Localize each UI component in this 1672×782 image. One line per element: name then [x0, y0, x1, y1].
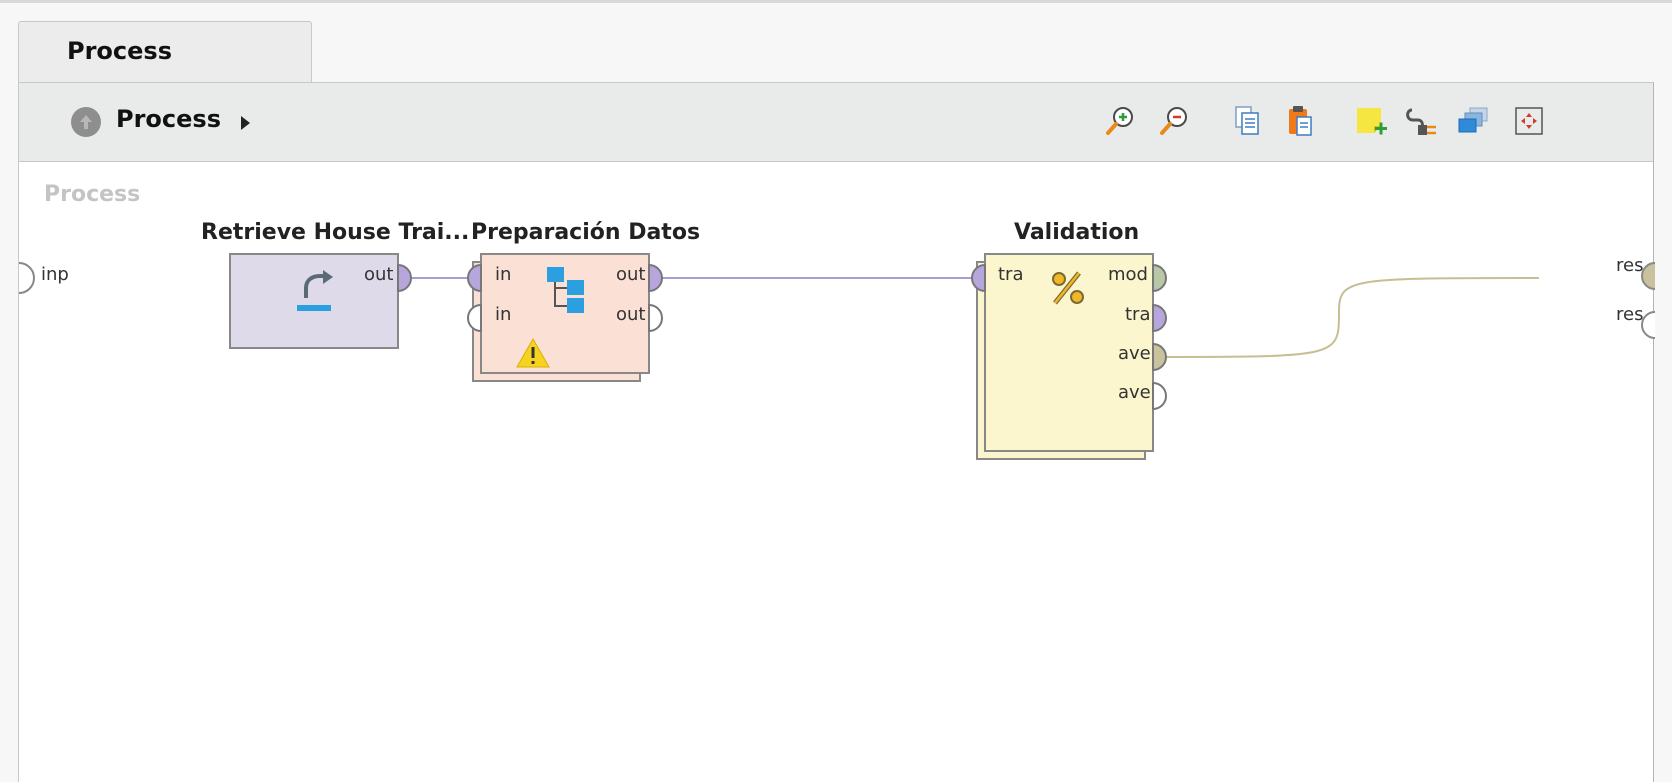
fit-to-view-icon[interactable] — [1512, 104, 1546, 138]
process-graph — [19, 253, 1655, 460]
result-port-2[interactable] — [1641, 311, 1655, 339]
process-panel: Process Process inp res res Retrieve Hou… — [18, 82, 1655, 782]
prep-port-in-label-1: in — [495, 264, 512, 285]
retrieve-port-out[interactable] — [397, 263, 412, 293]
up-arrow-icon[interactable] — [71, 107, 101, 137]
copy-icon[interactable] — [1230, 104, 1264, 138]
validation-port-out-mod[interactable] — [1152, 263, 1167, 293]
prep-port-out-2[interactable] — [648, 303, 663, 333]
breadcrumb[interactable]: Process — [116, 105, 221, 133]
validation-port-out-label-ave-2: ave — [1118, 382, 1151, 403]
paste-icon[interactable] — [1283, 104, 1317, 138]
retrieve-port-out-label: out — [364, 264, 394, 285]
zoom-out-icon[interactable] — [1158, 104, 1192, 138]
prep-port-in-1[interactable] — [467, 263, 482, 293]
prep-port-in-label-2: in — [495, 304, 512, 325]
tab-label: Process — [67, 37, 172, 65]
layers-icon[interactable] — [1456, 104, 1490, 138]
prep-port-out-label-1: out — [616, 264, 646, 285]
result-port-label-1: res — [1616, 255, 1644, 276]
zoom-in-icon[interactable] — [1104, 104, 1138, 138]
connect-icon[interactable] — [1404, 104, 1438, 138]
prep-port-out-label-2: out — [616, 304, 646, 325]
operator-validation-title: Validation — [1014, 220, 1140, 245]
prep-port-out-1[interactable] — [648, 263, 663, 293]
result-port-label-2: res — [1616, 304, 1644, 325]
process-toolbar: Process — [19, 83, 1653, 162]
add-note-icon[interactable] — [1354, 104, 1388, 138]
validation-port-in-tra[interactable] — [971, 263, 986, 293]
input-port-inp[interactable] — [19, 262, 35, 294]
wire-validation-to-result — [1154, 277, 1540, 358]
process-canvas[interactable]: Process inp res res Retrieve House Trai.… — [19, 162, 1655, 782]
validation-port-in-label: tra — [998, 264, 1024, 285]
result-port-1[interactable] — [1641, 262, 1655, 290]
validation-port-out-label-ave-1: ave — [1118, 343, 1151, 364]
prep-port-in-2[interactable] — [467, 303, 482, 333]
input-port-label: inp — [41, 264, 69, 285]
top-border — [0, 0, 1672, 3]
validation-port-out-ave-2[interactable] — [1152, 381, 1167, 411]
validation-port-out-label-mod: mod — [1108, 264, 1148, 285]
operator-retrieve-title: Retrieve House Trai... — [201, 220, 470, 245]
operator-prep-title: Preparación Datos — [471, 220, 701, 245]
validation-port-out-ave-1[interactable] — [1152, 342, 1167, 372]
tab-process[interactable]: Process — [18, 21, 312, 83]
validation-port-out-tra[interactable] — [1152, 303, 1167, 333]
validation-port-out-label-tra: tra — [1125, 304, 1151, 325]
breadcrumb-arrow-icon[interactable] — [241, 116, 250, 130]
